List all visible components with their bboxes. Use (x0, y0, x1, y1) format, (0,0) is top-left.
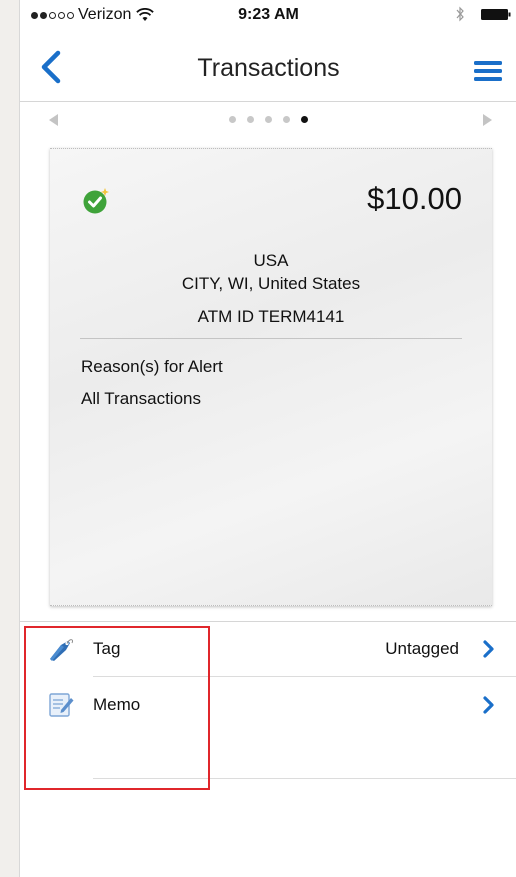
location-city: CITY, WI, United States (181, 274, 361, 293)
green-check-sparkle-icon (83, 188, 109, 214)
navigation-bar: Transactions (20, 32, 516, 102)
tag-icon (50, 639, 73, 661)
battery-icon (481, 9, 511, 20)
location-country: USA (253, 251, 289, 270)
bluetooth-icon (456, 6, 464, 22)
hamburger-menu-icon[interactable] (474, 60, 502, 82)
receipt-divider (80, 338, 462, 339)
list-divider (93, 676, 516, 677)
chevron-right-icon (483, 696, 494, 714)
transaction-pager (20, 102, 516, 140)
status-time: 9:23 AM (238, 6, 299, 23)
page-indicator (20, 116, 516, 123)
tag-row[interactable]: Tag Untagged (20, 622, 516, 676)
status-bar: Verizon 9:23 AM (20, 0, 516, 32)
page-dot (283, 116, 290, 123)
page-dot (247, 116, 254, 123)
page-dot (229, 116, 236, 123)
transaction-location: USA CITY, WI, United States (50, 249, 492, 295)
page-dot (265, 116, 272, 123)
tag-label: Tag (93, 639, 121, 658)
next-arrow-icon[interactable] (482, 113, 494, 127)
atm-id: ATM ID TERM4141 (197, 307, 345, 326)
alert-reason-value: All Transactions (81, 389, 201, 408)
memo-row[interactable]: Memo (20, 678, 516, 732)
memo-pencil-icon (49, 693, 74, 717)
transaction-receipt-card: $10.00 USA CITY, WI, United States ATM I… (50, 148, 492, 606)
page-dot-active (301, 116, 308, 123)
list-divider (93, 778, 516, 779)
memo-label: Memo (93, 695, 141, 714)
transaction-amount: $10.00 (367, 181, 462, 216)
phone-screen: Verizon 9:23 AM Transactions $10.00 USA … (19, 0, 516, 877)
alert-reason-title: Reason(s) for Alert (81, 357, 223, 376)
tag-value: Untagged (385, 639, 459, 658)
chevron-right-icon (483, 640, 494, 658)
page-title: Transactions (197, 54, 340, 82)
